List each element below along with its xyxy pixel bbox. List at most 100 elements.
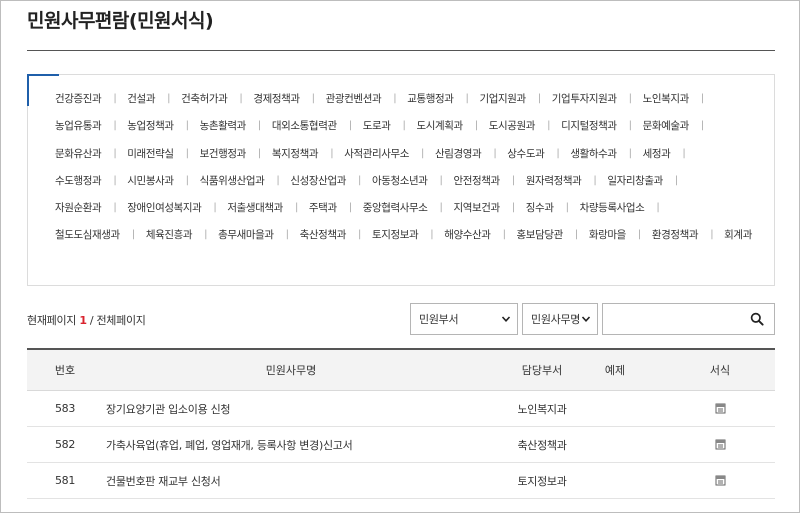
department-link[interactable]: 도시계획과 <box>416 116 463 136</box>
department-link[interactable]: 산림경영과 <box>435 144 482 164</box>
department-link[interactable]: 보건행정과 <box>200 144 247 164</box>
department-link[interactable]: 문화예술과 <box>643 116 690 136</box>
row-name-link[interactable]: 장기요양기관 입소이용 신청 <box>103 391 479 426</box>
department-link[interactable]: 상수도과 <box>507 144 544 164</box>
department-item: 주택과 | <box>309 198 363 225</box>
form-file-icon[interactable] <box>715 403 726 414</box>
department-link[interactable]: 농업정책과 <box>127 116 174 136</box>
search-box <box>602 303 775 335</box>
department-separator: | <box>493 147 497 159</box>
department-select[interactable]: 민원부서 <box>410 303 518 335</box>
department-link[interactable]: 도로과 <box>363 116 391 136</box>
department-link[interactable]: 차량등록사업소 <box>580 198 645 218</box>
department-link[interactable]: 복지정책과 <box>272 144 319 164</box>
department-link[interactable]: 화랑마을 <box>589 225 626 245</box>
row-name-link[interactable]: 건물번호판 재교부 신청서 <box>103 463 479 498</box>
form-file-icon[interactable] <box>715 439 726 450</box>
department-link[interactable]: 식품위생산업과 <box>200 171 265 191</box>
department-link[interactable]: 생활하수과 <box>570 144 617 164</box>
search-icon[interactable] <box>750 312 764 326</box>
department-item: 총무새마을과 | <box>218 225 300 252</box>
department-link[interactable]: 원자력정책과 <box>526 171 582 191</box>
department-link[interactable]: 수도행정과 <box>55 171 102 191</box>
department-link[interactable]: 경제정책과 <box>253 89 300 109</box>
department-item: 문화유산과 | <box>55 144 127 171</box>
department-item: 장애인여성복지과 | <box>127 198 227 225</box>
department-list: 건강증진과 | 건설과 | 건축허가과 | 경제정책과 | 관광컨벤션과 | 교통행정과 | 기업지원과… <box>55 89 755 253</box>
table-row: 581 건물번호판 재교부 신청서 토지정보과 <box>27 463 775 499</box>
department-link[interactable]: 디지털정책과 <box>561 116 617 136</box>
department-link[interactable]: 홍보담당관 <box>517 225 564 245</box>
department-item: 아동청소년과 | <box>372 171 454 198</box>
department-link[interactable]: 장애인여성복지과 <box>127 198 201 218</box>
department-link[interactable]: 문화유산과 <box>55 144 102 164</box>
department-separator: | <box>348 120 352 132</box>
department-link[interactable]: 미래전략실 <box>127 144 174 164</box>
department-link[interactable]: 철도도심재생과 <box>55 225 120 245</box>
department-item: 건축허가과 | <box>181 89 253 116</box>
department-link[interactable]: 해양수산과 <box>444 225 491 245</box>
department-link[interactable]: 건설과 <box>127 89 155 109</box>
department-link[interactable]: 안전정책과 <box>454 171 501 191</box>
header-no: 번호 <box>54 364 76 377</box>
department-link[interactable]: 축산정책과 <box>300 225 347 245</box>
department-separator: | <box>628 147 632 159</box>
department-separator: | <box>402 120 406 132</box>
department-link[interactable]: 저출생대책과 <box>227 198 283 218</box>
department-separator: | <box>574 229 578 241</box>
department-link[interactable]: 도시공원과 <box>489 116 536 136</box>
department-link[interactable]: 체육진흥과 <box>146 225 193 245</box>
department-link[interactable]: 사적관리사무소 <box>344 144 409 164</box>
department-link[interactable]: 세정과 <box>643 144 671 164</box>
department-separator: | <box>239 93 243 104</box>
row-form-cell <box>677 463 763 498</box>
department-separator: | <box>682 147 686 159</box>
department-separator: | <box>257 147 261 159</box>
department-link[interactable]: 회계과 <box>724 225 752 245</box>
department-link[interactable]: 건강증진과 <box>55 89 102 109</box>
department-separator: | <box>700 120 704 132</box>
department-link[interactable]: 기업지원과 <box>480 89 527 109</box>
department-link[interactable]: 건축허가과 <box>181 89 228 109</box>
department-item: 문화예술과 | <box>643 116 715 143</box>
department-link[interactable]: 노인복지과 <box>643 89 690 109</box>
department-link[interactable]: 지역보건과 <box>454 198 501 218</box>
form-file-icon[interactable] <box>715 475 726 486</box>
row-form-cell <box>677 427 763 462</box>
department-item: 징수과 | <box>526 198 580 225</box>
department-separator: | <box>185 147 189 159</box>
department-separator: | <box>556 147 560 159</box>
department-separator: | <box>357 174 361 186</box>
department-link[interactable]: 환경정책과 <box>652 225 699 245</box>
department-item: 식품위생산업과 | <box>200 171 291 198</box>
department-link[interactable]: 총무새마을과 <box>218 225 274 245</box>
search-input[interactable] <box>603 304 743 334</box>
department-link[interactable]: 자원순환과 <box>55 198 102 218</box>
department-link[interactable]: 징수과 <box>526 198 554 218</box>
department-link[interactable]: 신성장산업과 <box>290 171 346 191</box>
department-item: 도시계획과 | <box>416 116 488 143</box>
department-link[interactable]: 시민봉사과 <box>127 171 174 191</box>
department-link[interactable]: 토지정보과 <box>372 225 419 245</box>
row-name-link[interactable]: 가축사육업(휴업, 폐업, 영업재개, 등록사항 변경)신고서 <box>103 427 479 462</box>
department-link[interactable]: 농업유통과 <box>55 116 102 136</box>
department-item: 농업정책과 | <box>127 116 199 143</box>
header-name: 민원사무명 <box>265 364 317 377</box>
department-link[interactable]: 일자리창출과 <box>607 171 663 191</box>
department-item: 중앙협력사무소 | <box>363 198 454 225</box>
department-link[interactable]: 기업투자지원과 <box>552 89 617 109</box>
page-info-suffix: 전체페이지 <box>96 314 146 327</box>
department-link[interactable]: 주택과 <box>309 198 337 218</box>
department-link[interactable]: 관광컨벤션과 <box>326 89 382 109</box>
civil-affair-name-select[interactable]: 민원사무명 <box>522 303 598 335</box>
department-link[interactable]: 농촌활력과 <box>200 116 247 136</box>
department-link[interactable]: 아동청소년과 <box>372 171 428 191</box>
department-link[interactable]: 중앙협력사무소 <box>363 198 428 218</box>
department-separator: | <box>131 229 135 241</box>
department-link[interactable]: 대외소통협력관 <box>272 116 337 136</box>
department-item: 디지털정책과 | <box>561 116 643 143</box>
department-item: 대외소통협력관 | <box>272 116 363 143</box>
department-link[interactable]: 교통행정과 <box>407 89 454 109</box>
department-separator: | <box>113 202 117 214</box>
department-separator: | <box>511 174 515 186</box>
